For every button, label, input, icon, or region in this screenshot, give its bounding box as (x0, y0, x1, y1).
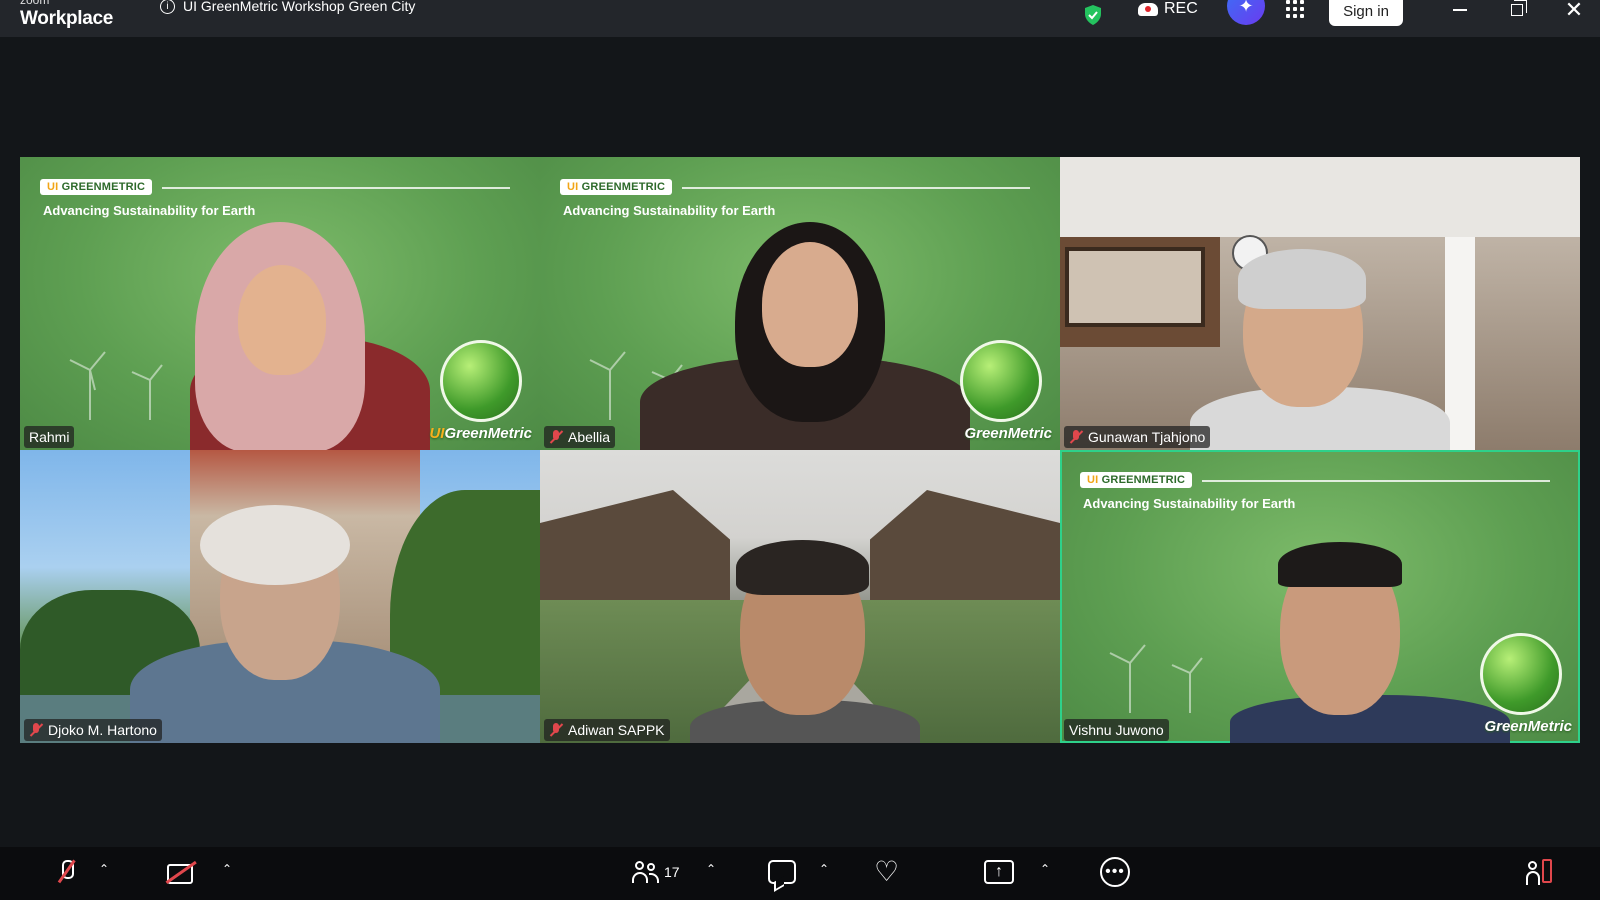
participants-icon (632, 860, 659, 884)
apps-button[interactable] (1524, 857, 1554, 887)
start-video-button[interactable] (165, 857, 199, 887)
mic-off-icon (55, 858, 77, 886)
brand-small: zoom (20, 0, 50, 7)
ai-companion-icon[interactable]: ✦ (1227, 0, 1265, 25)
greenmetric-logo: GreenMetric (964, 425, 1052, 442)
ceiling (1060, 157, 1580, 237)
video-gallery: UI GREENMETRIC Advancing Sustainability … (20, 157, 1580, 743)
cloud-record-icon (1138, 2, 1158, 16)
meeting-toolbar: ⌃ ⌃ 17 ⌃ ⌃ ♡ ↑ ⌃ ••• (0, 847, 1600, 900)
backdrop-tagline: Advancing Sustainability for Earth (43, 203, 256, 218)
building-right (870, 490, 1060, 600)
greenmetric-logo: GreenMetric (1484, 718, 1572, 735)
participant-name: Vishnu Juwono (1069, 722, 1164, 738)
recording-indicator[interactable]: REC (1138, 0, 1198, 24)
video-tile[interactable]: Djoko M. Hartono (20, 450, 540, 743)
meeting-title: UI GreenMetric Workshop Green City (183, 0, 416, 14)
divider (682, 187, 1030, 189)
building-left (540, 490, 730, 600)
brand-main: Workplace (20, 8, 114, 29)
audio-options-chevron-icon[interactable]: ⌃ (99, 862, 109, 876)
share-screen-icon: ↑ (984, 860, 1014, 884)
chat-icon (768, 860, 796, 884)
mic-muted-icon (1069, 430, 1083, 444)
participant-name-tag: Abellia (544, 426, 616, 448)
chat-button[interactable] (768, 857, 796, 887)
participant-name: Rahmi (29, 429, 70, 445)
pillar (1445, 237, 1475, 450)
mic-muted-icon (549, 430, 563, 444)
minimize-icon[interactable] (1448, 0, 1472, 20)
globe-logo-icon (1480, 633, 1562, 715)
participant-name: Abellia (568, 429, 611, 445)
greenmetric-logo: UIGreenMetric (429, 425, 532, 442)
greenmetric-pill: UI GREENMETRIC (560, 179, 673, 195)
participants-button[interactable]: 17 (632, 857, 680, 887)
participant-name: Adiwan SAPPK (568, 722, 665, 738)
globe-logo-icon (960, 340, 1042, 422)
restore-icon[interactable] (1505, 0, 1529, 20)
participant-name-tag: Vishnu Juwono (1064, 719, 1169, 741)
video-tile[interactable]: UI GREENMETRIC Advancing Sustainability … (20, 157, 540, 450)
unmute-button[interactable] (55, 857, 77, 887)
participant-name: Gunawan Tjahjono (1088, 429, 1206, 445)
video-tile[interactable]: UI GREENMETRIC Advancing Sustainability … (540, 157, 1060, 450)
chat-options-chevron-icon[interactable]: ⌃ (819, 862, 829, 876)
mic-muted-icon (549, 723, 563, 737)
reactions-button[interactable]: ♡ (874, 857, 899, 887)
app-logo: zoom Workplace (20, 0, 130, 37)
info-icon[interactable]: i (160, 0, 175, 14)
video-options-chevron-icon[interactable]: ⌃ (222, 862, 232, 876)
rec-label: REC (1164, 0, 1198, 17)
meeting-info[interactable]: i UI GreenMetric Workshop Green City (160, 0, 415, 16)
apps-icon (1524, 857, 1554, 887)
title-bar: zoom Workplace i UI GreenMetric Workshop… (0, 0, 1600, 37)
sign-in-button[interactable]: Sign in (1329, 0, 1403, 26)
video-tile-active-speaker[interactable]: UI GREENMETRIC Advancing Sustainability … (1060, 450, 1580, 743)
heart-icon: ♡ (874, 856, 900, 887)
greenmetric-pill: UI GREENMETRIC (40, 179, 153, 195)
divider (1202, 480, 1550, 482)
encryption-shield-icon[interactable] (1083, 0, 1103, 30)
participant-name-tag: Gunawan Tjahjono (1064, 426, 1211, 448)
divider (162, 187, 510, 189)
apps-grid-icon[interactable] (1286, 0, 1304, 18)
backdrop-tagline: Advancing Sustainability for Earth (1083, 496, 1296, 511)
participant-name: Djoko M. Hartono (48, 722, 157, 738)
wind-turbines-icon (69, 351, 163, 420)
close-icon[interactable]: ✕ (1562, 0, 1586, 22)
participant-name-tag: Djoko M. Hartono (24, 719, 162, 741)
video-tile[interactable]: Adiwan SAPPK (540, 450, 1060, 743)
share-screen-button[interactable]: ↑ (984, 857, 1014, 887)
participant-count: 17 (664, 864, 680, 880)
more-button[interactable]: ••• (1100, 857, 1130, 887)
camera-off-icon (165, 860, 199, 884)
greenmetric-pill: UI GREENMETRIC (1080, 472, 1193, 488)
video-tile[interactable]: Gunawan Tjahjono (1060, 157, 1580, 450)
participant-name-tag: Adiwan SAPPK (544, 719, 670, 741)
framed-photo (1065, 247, 1205, 327)
backdrop-tagline: Advancing Sustainability for Earth (563, 203, 776, 218)
more-options-icon: ••• (1100, 857, 1130, 887)
mic-muted-icon (29, 723, 43, 737)
wind-turbines-icon (1109, 644, 1203, 713)
participants-options-chevron-icon[interactable]: ⌃ (706, 862, 716, 876)
globe-logo-icon (440, 340, 522, 422)
participant-name-tag: Rahmi (24, 426, 75, 448)
share-options-chevron-icon[interactable]: ⌃ (1040, 862, 1050, 876)
